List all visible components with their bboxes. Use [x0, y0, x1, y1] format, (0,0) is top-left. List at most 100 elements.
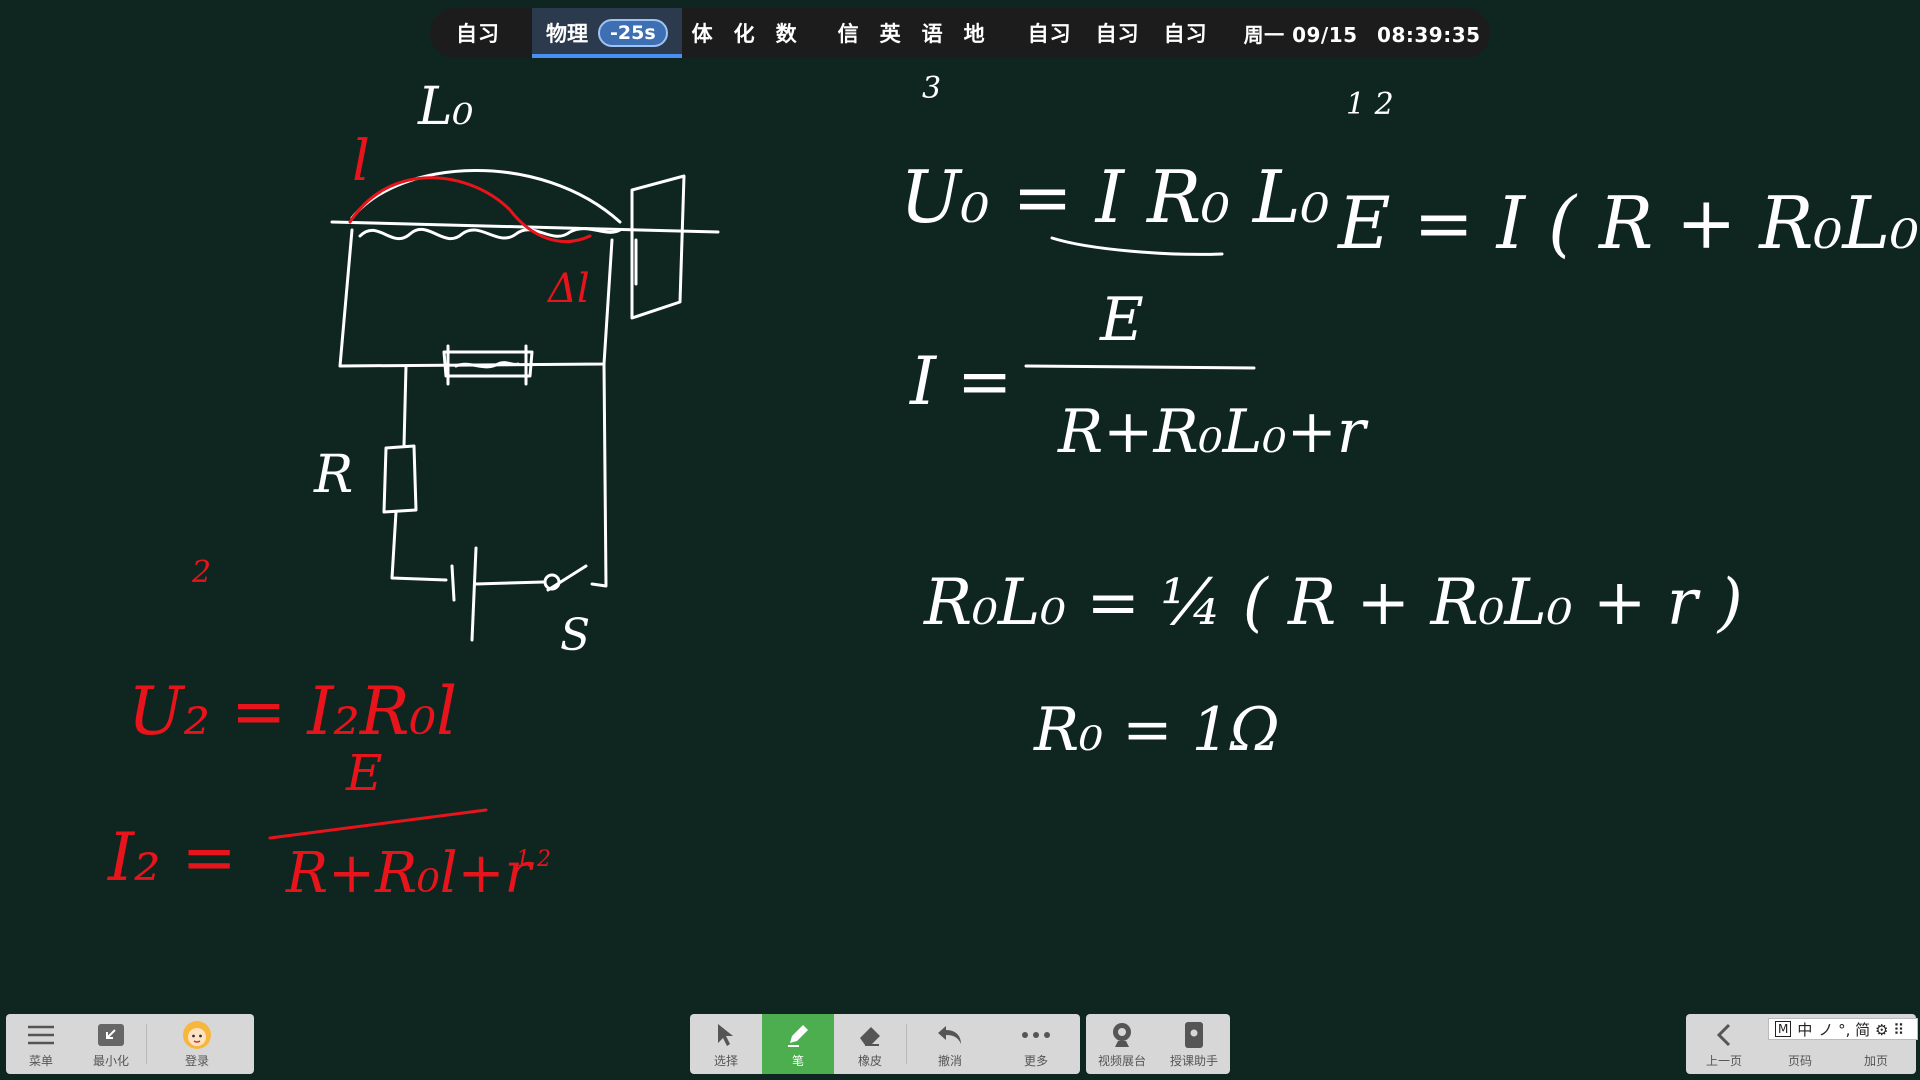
periods-group-a: 自习 [444, 8, 512, 58]
assistant-label: 授课助手 [1169, 1053, 1218, 1068]
ime-toolbar[interactable]: M 中 ノ °, 简 ⚙ ⠿ [1768, 1018, 1918, 1040]
toolbar-tools: 视频展台 授课助手 [1086, 1014, 1230, 1074]
active-period-label: 物理 [546, 22, 588, 46]
eq-r0: R₀ = 1Ω [1033, 695, 1280, 765]
red-curve [348, 176, 592, 243]
cursor-icon [714, 1020, 738, 1050]
periods-group-d: 自习 自习 自习 [1016, 8, 1220, 58]
schedule-bar: 自习 物理 -25s 体 化 数 信 英 语 地 自习 自习 自习 周一 09/… [430, 8, 1490, 58]
webcam-icon [1109, 1020, 1135, 1050]
prev-page-button[interactable]: 上一页 [1686, 1014, 1762, 1074]
circuit-annotations [348, 176, 592, 243]
period-item[interactable]: 英 [870, 18, 912, 48]
select-button[interactable]: 选择 [690, 1014, 762, 1074]
label-2: 2 [191, 555, 211, 590]
eq-i2-lhs: I₂ = [107, 819, 237, 896]
camera-label: 视频展台 [1097, 1053, 1146, 1068]
ime-options[interactable]: ノ °, 简 ⚙ ⠿ [1818, 1019, 1904, 1040]
eq-u0-underline [1050, 236, 1224, 256]
eraser-button[interactable]: 橡皮 [834, 1014, 906, 1074]
eq-i2-den: R+R₀l+r [285, 841, 535, 906]
chevron-left-icon [1714, 1020, 1734, 1050]
ime-lang-toggle[interactable]: 中 [1797, 1019, 1812, 1040]
eq-u0: U₀ = I R₀ L₀ [900, 155, 1330, 239]
period-item[interactable]: 化 [724, 18, 766, 48]
undo-button[interactable]: 撤消 [907, 1014, 993, 1074]
label-l: l [352, 129, 370, 194]
period-item[interactable]: 信 [828, 18, 870, 48]
toolbar-center: 选择 笔 橡皮 撤消 更多 [690, 1014, 1080, 1074]
eraser-icon [857, 1020, 883, 1050]
wire-right [590, 362, 608, 588]
period-item[interactable]: 自习 [444, 18, 512, 48]
dome-arc [350, 169, 622, 224]
toolbar-left: 菜单 最小化 登录 [6, 1014, 254, 1074]
phone-icon [1183, 1020, 1205, 1050]
label-L0: L₀ [417, 77, 474, 137]
eq-i-num: E [1099, 285, 1144, 355]
page-number-label: 页码 [1787, 1053, 1812, 1068]
label-12: 1 2 [1346, 87, 1394, 122]
countdown-badge: -25s [598, 19, 668, 47]
more-icon [1021, 1020, 1051, 1050]
prev-page-label: 上一页 [1705, 1053, 1742, 1068]
battery [450, 546, 478, 642]
period-item[interactable]: 地 [954, 18, 996, 48]
period-item[interactable]: 数 [766, 18, 808, 48]
eq-i2-num: E [345, 744, 383, 802]
select-label: 选择 [713, 1053, 738, 1068]
camera-button[interactable]: 视频展台 [1086, 1014, 1158, 1074]
eq-i-lhs: I = [909, 343, 1012, 420]
pen-label: 笔 [791, 1053, 804, 1068]
eq-i2-fraction-bar [268, 808, 488, 840]
more-button[interactable]: 更多 [993, 1014, 1079, 1074]
period-item[interactable]: 自习 [1016, 18, 1084, 48]
menu-button[interactable]: 菜单 [6, 1014, 76, 1074]
add-page-label: 加页 [1863, 1053, 1888, 1068]
label-R: R [313, 445, 353, 505]
period-item[interactable]: 自习 [1084, 18, 1152, 48]
eraser-label: 橡皮 [857, 1053, 882, 1068]
clock: 周一 09/15 08:39:35 [1240, 19, 1481, 48]
label-3: 3 [922, 71, 941, 106]
eq-i-fraction-bar [1024, 364, 1256, 370]
circuit-diagram [330, 169, 720, 642]
eq-e: E = I ( R + R₀L₀ + r ) [1336, 181, 1920, 265]
menu-label: 菜单 [28, 1053, 53, 1068]
period-item[interactable]: 自习 [1152, 18, 1220, 48]
pen-icon [785, 1020, 811, 1050]
whiteboard-canvas[interactable]: L₀ l Δl R S 2 U₂ = I₂R₀l E I₂ = R+R₀l+r … [0, 60, 1920, 1010]
label-dl: Δl [546, 266, 590, 312]
menu-icon [26, 1020, 56, 1050]
assistant-button[interactable]: 授课助手 [1158, 1014, 1230, 1074]
minimize-button[interactable]: 最小化 [76, 1014, 146, 1074]
switch-blade [546, 564, 588, 592]
eq-u2: U₂ = I₂R₀l [128, 673, 457, 750]
board-drawing: L₀ l Δl R S 2 U₂ = I₂R₀l E I₂ = R+R₀l+r … [107, 71, 1920, 906]
avatar-icon [182, 1020, 212, 1050]
pen-button[interactable]: 笔 [762, 1014, 834, 1074]
side-panel [630, 174, 686, 320]
more-label: 更多 [1023, 1053, 1048, 1068]
clock-date: 周一 09/15 [1243, 22, 1358, 47]
active-period-tab[interactable]: 物理 -25s [532, 8, 682, 58]
login-label: 登录 [184, 1053, 209, 1068]
undo-label: 撤消 [937, 1053, 962, 1068]
periods-group-c: 信 英 语 地 [828, 8, 996, 58]
login-button[interactable]: 登录 [147, 1014, 247, 1074]
eq-r0l0: R₀L₀ = ¼ ( R + R₀L₀ + r ) [923, 566, 1743, 640]
eq-i-den: R+R₀L₀+r [1057, 397, 1369, 467]
wire-left [402, 364, 408, 448]
period-item[interactable]: 语 [912, 18, 954, 48]
period-item[interactable]: 体 [682, 18, 724, 48]
ime-mode-icon[interactable]: M [1775, 1021, 1792, 1037]
eq-i2-tail: 1 2 [516, 847, 551, 872]
wire-bottom-left [390, 510, 448, 582]
label-S: S [560, 610, 590, 661]
wavy-line [358, 227, 622, 241]
minimize-icon [97, 1020, 125, 1050]
minimize-label: 最小化 [92, 1053, 129, 1068]
resistor-R [382, 444, 418, 514]
periods-group-b: 体 化 数 [682, 8, 808, 58]
wire-switch [474, 580, 546, 586]
